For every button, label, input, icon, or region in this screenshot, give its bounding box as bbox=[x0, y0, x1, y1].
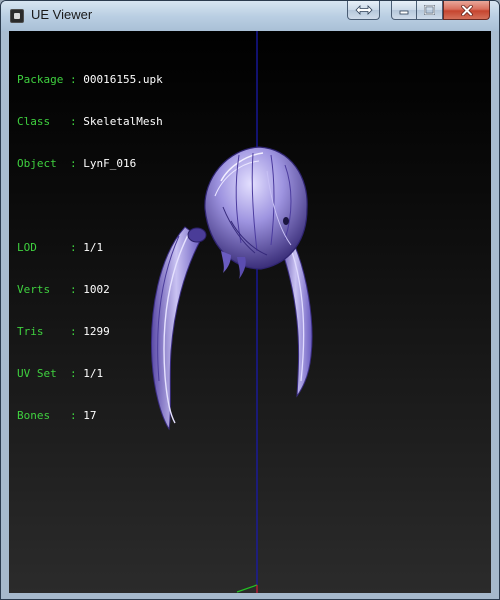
swap-button[interactable] bbox=[347, 1, 380, 20]
mesh-info-panel: Package : 00016155.upk Class : SkeletalM… bbox=[17, 45, 163, 451]
info-package: Package : 00016155.upk bbox=[17, 73, 163, 86]
render-viewport[interactable]: Package : 00016155.upk Class : SkeletalM… bbox=[9, 31, 491, 593]
axis-gizmo bbox=[236, 584, 258, 593]
info-bones: Bones : 17 bbox=[17, 409, 97, 422]
close-icon bbox=[460, 4, 473, 16]
info-tris: Tris : 1299 bbox=[17, 325, 110, 338]
hair-mesh bbox=[151, 146, 313, 431]
info-lod: LOD : 1/1 bbox=[17, 241, 104, 254]
app-window: UE Viewer Package: 00016155.upk Class:… bbox=[0, 0, 500, 600]
close-button[interactable] bbox=[443, 1, 490, 20]
info-verts: Verts : 1002 bbox=[17, 283, 110, 296]
window-title: UE Viewer bbox=[31, 7, 93, 22]
minimize-icon bbox=[399, 10, 409, 15]
minimize-button[interactable] bbox=[391, 1, 417, 20]
maximize-icon bbox=[424, 5, 435, 15]
swap-arrows-icon bbox=[354, 5, 373, 15]
app-icon bbox=[10, 9, 24, 23]
title-bar[interactable]: UE Viewer bbox=[1, 1, 499, 31]
info-class: Class : SkeletalMesh bbox=[17, 115, 163, 128]
maximize-button[interactable] bbox=[417, 1, 443, 20]
info-uvset: UV Set : 1/1 bbox=[17, 367, 104, 380]
info-object: Object : LynF_016 bbox=[17, 157, 137, 170]
